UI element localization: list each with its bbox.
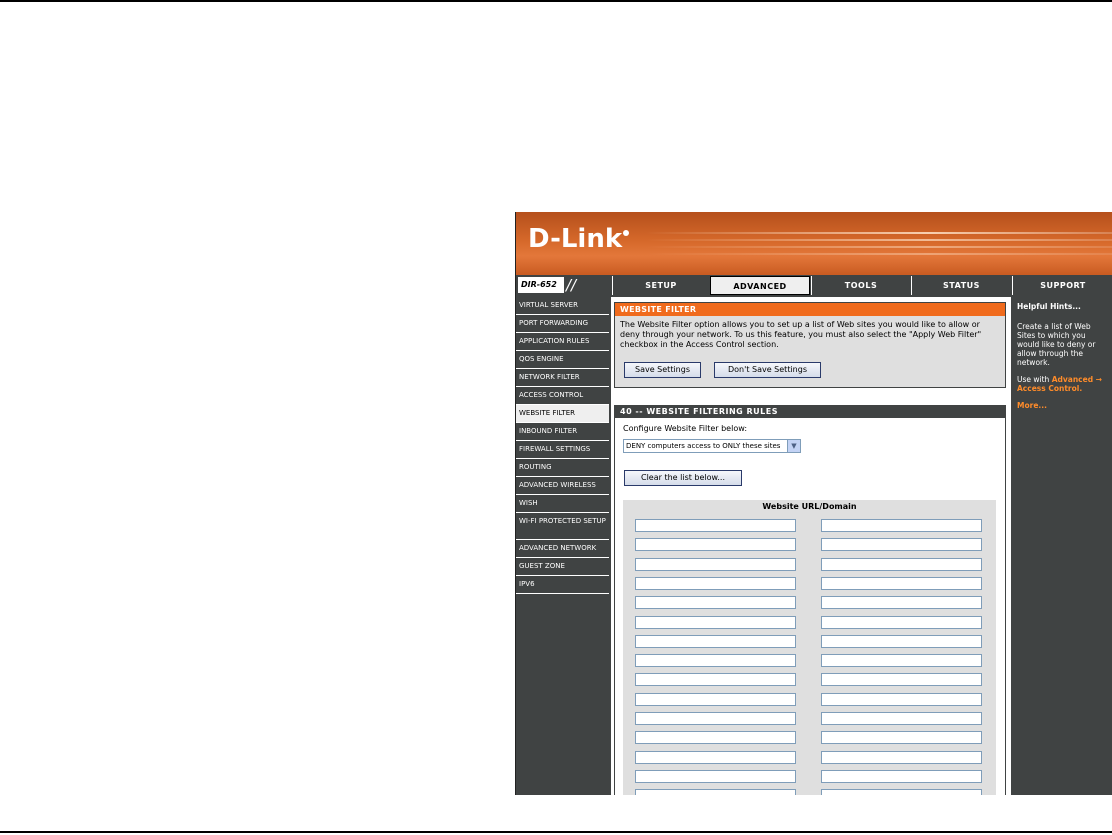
logo-dot-icon [623, 230, 629, 236]
sidebar-item-firewall-settings[interactable]: FIREWALL SETTINGS [516, 441, 609, 459]
website-url-input[interactable] [635, 519, 796, 532]
save-settings-button[interactable]: Save Settings [624, 362, 701, 378]
sidebar-item-application-rules[interactable]: APPLICATION RULES [516, 333, 609, 351]
banner-streak [646, 246, 1112, 248]
website-url-input[interactable] [635, 731, 796, 744]
website-url-input[interactable] [821, 519, 982, 532]
website-url-input[interactable] [821, 654, 982, 667]
sidebar-item-wish[interactable]: WISH [516, 495, 609, 513]
website-url-input[interactable] [635, 673, 796, 686]
sidebar-item-advanced-network[interactable]: ADVANCED NETWORK [516, 540, 609, 558]
website-url-input[interactable] [635, 558, 796, 571]
website-url-input[interactable] [821, 731, 982, 744]
sidebar: VIRTUAL SERVER PORT FORWARDING APPLICATI… [516, 297, 609, 795]
sidebar-item-qos-engine[interactable]: QOS ENGINE [516, 351, 609, 369]
website-url-input[interactable] [821, 577, 982, 590]
website-url-input[interactable] [821, 558, 982, 571]
sidebar-item-wifi-protected-setup[interactable]: WI-FI PROTECTED SETUP [516, 513, 609, 540]
clear-list-button[interactable]: Clear the list below... [624, 470, 742, 486]
sidebar-item-ipv6[interactable]: IPV6 [516, 576, 609, 594]
router-admin-screenshot: D-Link DIR-652 // SETUP ADVANCED TOOLS S… [515, 212, 1112, 795]
sidebar-item-guest-zone[interactable]: GUEST ZONE [516, 558, 609, 576]
website-url-input[interactable] [635, 635, 796, 648]
website-filtering-rules-section: 40 -- WEBSITE FILTERING RULES Configure … [614, 405, 1006, 795]
website-url-input[interactable] [821, 596, 982, 609]
banner-streak [646, 232, 1112, 234]
website-url-input[interactable] [821, 770, 982, 783]
website-url-input[interactable] [821, 616, 982, 629]
banner-streak [646, 253, 1112, 255]
sidebar-item-network-filter[interactable]: NETWORK FILTER [516, 369, 609, 387]
more-link[interactable]: More... [1017, 401, 1109, 410]
website-url-input[interactable] [635, 751, 796, 764]
top-nav: DIR-652 // SETUP ADVANCED TOOLS STATUS S… [516, 276, 1112, 295]
sidebar-item-advanced-wireless[interactable]: ADVANCED WIRELESS [516, 477, 609, 495]
website-url-input[interactable] [635, 789, 796, 795]
sidebar-item-inbound-filter[interactable]: INBOUND FILTER [516, 423, 609, 441]
tab-setup[interactable]: SETUP [612, 276, 709, 295]
website-url-input[interactable] [635, 577, 796, 590]
section-title: WEBSITE FILTER [615, 303, 1005, 316]
hints-use-with-label: Use with [1017, 375, 1050, 384]
website-url-input[interactable] [821, 712, 982, 725]
url-column-header: Website URL/Domain [762, 502, 857, 511]
sidebar-item-routing[interactable]: ROUTING [516, 459, 609, 477]
configure-filter-label: Configure Website Filter below: [623, 424, 748, 433]
website-url-input[interactable] [635, 770, 796, 783]
website-url-input[interactable] [635, 712, 796, 725]
website-url-input[interactable] [821, 789, 982, 795]
website-filter-section: WEBSITE FILTER The Website Filter option… [614, 302, 1006, 388]
sidebar-item-website-filter[interactable]: WEBSITE FILTER [516, 405, 609, 423]
website-url-input[interactable] [635, 596, 796, 609]
main-content: WEBSITE FILTER The Website Filter option… [611, 297, 1011, 795]
dont-save-settings-button[interactable]: Don't Save Settings [714, 362, 821, 378]
tab-status[interactable]: STATUS [911, 276, 1011, 295]
hints-title: Helpful Hints... [1017, 302, 1081, 311]
website-url-input[interactable] [635, 693, 796, 706]
url-list-panel: Website URL/Domain [623, 500, 996, 795]
model-label: DIR-652 [518, 277, 564, 293]
tab-support[interactable]: SUPPORT [1012, 276, 1112, 295]
helpful-hints-panel: Helpful Hints... Create a list of Web Si… [1013, 297, 1112, 795]
page-top-rule [0, 0, 1112, 2]
website-url-input[interactable] [821, 538, 982, 551]
page-bottom-rule [0, 831, 1112, 833]
website-url-input[interactable] [821, 693, 982, 706]
rules-title: 40 -- WEBSITE FILTERING RULES [615, 405, 1005, 418]
brand-banner: D-Link [516, 212, 1112, 275]
sidebar-item-access-control[interactable]: ACCESS CONTROL [516, 387, 609, 405]
website-url-input[interactable] [635, 538, 796, 551]
banner-streak [646, 239, 1112, 241]
sidebar-item-virtual-server[interactable]: VIRTUAL SERVER [516, 297, 609, 315]
section-description: The Website Filter option allows you to … [620, 320, 982, 349]
website-url-input[interactable] [821, 751, 982, 764]
chevron-down-icon[interactable]: ▼ [787, 440, 800, 452]
filter-mode-value: DENY computers access to ONLY these site… [626, 442, 781, 450]
slashes-decoration: // [566, 276, 577, 294]
website-url-input[interactable] [635, 616, 796, 629]
sidebar-item-port-forwarding[interactable]: PORT FORWARDING [516, 315, 609, 333]
website-url-input[interactable] [821, 635, 982, 648]
tab-advanced[interactable]: ADVANCED [710, 276, 810, 295]
hints-use-with: Use with Advanced → Access Control. [1017, 375, 1109, 393]
website-url-input[interactable] [821, 673, 982, 686]
filter-mode-select[interactable]: DENY computers access to ONLY these site… [623, 439, 801, 453]
tab-tools[interactable]: TOOLS [811, 276, 910, 295]
dlink-logo: D-Link [528, 224, 623, 254]
website-url-input[interactable] [635, 654, 796, 667]
hints-text: Create a list of Web Sites to which you … [1017, 322, 1096, 367]
